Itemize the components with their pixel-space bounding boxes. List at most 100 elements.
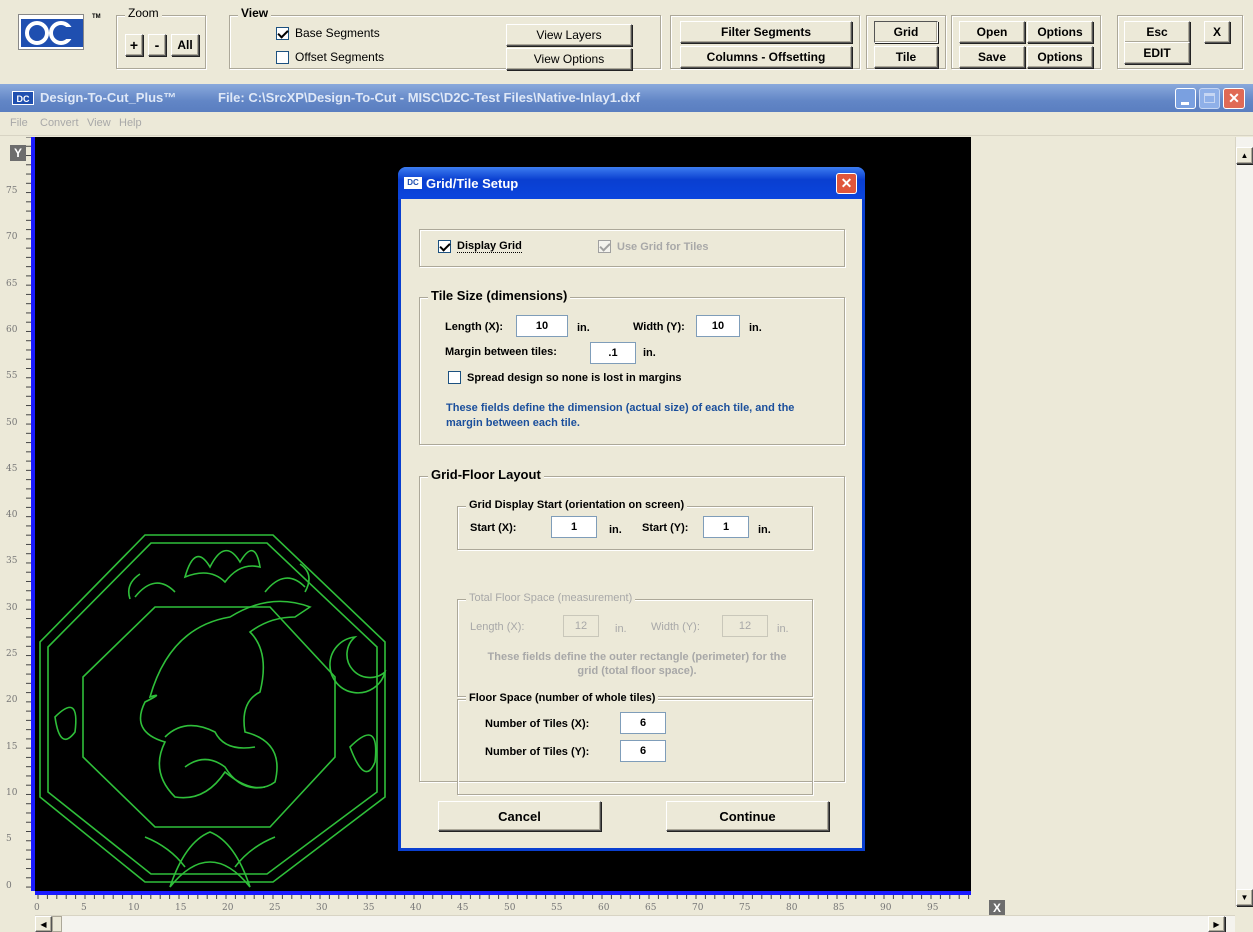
base-segments-checkbox[interactable]: Base Segments — [276, 26, 380, 40]
save-button[interactable]: Save — [959, 46, 1025, 68]
margin-unit: in. — [643, 347, 656, 359]
toolbar-close-button[interactable]: X — [1204, 21, 1230, 43]
x-tick-label: 45 — [457, 903, 469, 913]
arrow-left-icon: ◀ — [40, 919, 47, 929]
margin-field[interactable]: .1 — [590, 342, 636, 364]
dialog-title-bar: DC Grid/Tile Setup ✕ — [398, 167, 865, 199]
arrow-right-icon: ▶ — [1213, 919, 1220, 929]
x-tick-label: 85 — [833, 903, 845, 913]
scroll-up-button[interactable]: ▲ — [1236, 147, 1253, 164]
start-y-unit: in. — [758, 524, 771, 536]
close-button[interactable]: ✕ — [1223, 88, 1245, 109]
dialog-body: Display Grid Use Grid for Tiles Tile Siz… — [401, 199, 862, 848]
trademark-label: TM — [92, 14, 101, 20]
start-x-field[interactable]: 1 — [551, 516, 597, 538]
tile-width-field[interactable]: 10 — [696, 315, 740, 337]
horizontal-scrollbar[interactable]: ◀ ▶ — [35, 915, 1235, 932]
minimize-button[interactable] — [1175, 88, 1196, 109]
x-axis-label: X — [989, 900, 1005, 916]
scroll-down-button[interactable]: ▼ — [1236, 889, 1253, 906]
floor-length-unit: in. — [615, 623, 627, 635]
menu-convert[interactable]: Convert — [40, 117, 79, 129]
window-app-title: Design-To-Cut_Plus™ — [40, 90, 177, 105]
grid-button[interactable]: Grid — [874, 21, 938, 43]
tiles-x-label: Number of Tiles (X): — [485, 718, 590, 730]
zoom-in-button[interactable]: + — [125, 34, 143, 56]
filter-segments-button[interactable]: Filter Segments — [680, 21, 852, 43]
floor-space-legend: Floor Space (number of whole tiles) — [466, 692, 659, 704]
start-y-field[interactable]: 1 — [703, 516, 749, 538]
open-button[interactable]: Open — [959, 21, 1025, 43]
x-tick-label: 70 — [692, 903, 704, 913]
tile-length-unit: in. — [577, 322, 590, 334]
vertical-scrollbar[interactable]: ▲ ▼ — [1235, 137, 1253, 907]
floor-length-label: Length (X): — [470, 621, 525, 633]
cancel-button[interactable]: Cancel — [438, 801, 601, 831]
scroll-left-button[interactable]: ◀ — [35, 916, 52, 932]
dialog-close-button[interactable]: ✕ — [836, 173, 857, 194]
tiles-x-field[interactable]: 6 — [620, 712, 666, 734]
display-grid-checkbox[interactable]: Display Grid — [438, 240, 522, 253]
spread-design-label: Spread design so none is lost in margins — [467, 371, 682, 384]
x-tick-label: 65 — [645, 903, 657, 913]
edit-button[interactable]: EDIT — [1124, 42, 1190, 64]
use-grid-for-tiles-label: Use Grid for Tiles — [617, 240, 709, 253]
total-floor-legend: Total Floor Space (measurement) — [466, 592, 636, 604]
checkbox-checked-icon — [438, 240, 451, 253]
zoom-out-button[interactable]: - — [148, 34, 166, 56]
y-tick-label: 35 — [6, 556, 18, 567]
open-options-button[interactable]: Options — [1027, 21, 1093, 43]
x-tick-label: 20 — [222, 903, 234, 913]
x-tick-label: 80 — [786, 903, 798, 913]
view-options-button[interactable]: View Options — [506, 48, 632, 70]
x-tick-label: 55 — [551, 903, 563, 913]
y-tick-label: 25 — [6, 649, 18, 659]
y-tick-label: 50 — [6, 417, 18, 428]
total-floor-note: These fields define the outer rectangle … — [487, 651, 787, 677]
spread-design-checkbox[interactable]: Spread design so none is lost in margins — [448, 371, 682, 384]
tile-length-field[interactable]: 10 — [516, 315, 568, 337]
checkbox-checked-icon — [276, 26, 289, 40]
dialog-title: Grid/Tile Setup — [426, 176, 519, 191]
menu-view[interactable]: View — [87, 117, 111, 129]
scroll-right-button[interactable]: ▶ — [1208, 916, 1225, 932]
offset-segments-checkbox[interactable]: Offset Segments — [276, 50, 384, 64]
continue-button[interactable]: Continue — [666, 801, 829, 831]
grid-tile-dialog: DC Grid/Tile Setup ✕ Display Grid Use Gr… — [398, 167, 865, 851]
maximize-button[interactable] — [1199, 88, 1220, 109]
grid-floor-legend: Grid-Floor Layout — [428, 467, 544, 482]
dialog-app-icon: DC — [404, 177, 422, 189]
y-axis-minor-ticks — [26, 137, 31, 897]
save-options-button[interactable]: Options — [1027, 46, 1093, 68]
x-tick-label: 95 — [927, 903, 939, 913]
view-group-label: View — [238, 6, 272, 20]
arrow-down-icon: ▼ — [1240, 893, 1249, 902]
view-layers-button[interactable]: View Layers — [506, 24, 632, 46]
y-tick-label: 70 — [6, 232, 18, 243]
y-tick-label: 30 — [6, 602, 18, 613]
x-tick-label: 0 — [34, 903, 40, 913]
tile-size-note: These fields define the dimension (actua… — [446, 402, 795, 429]
x-tick-label: 60 — [598, 903, 610, 913]
right-panel — [971, 137, 1234, 891]
tiles-y-field[interactable]: 6 — [620, 740, 666, 762]
display-grid-label: Display Grid — [457, 240, 522, 253]
tile-width-label: Width (Y): — [633, 321, 685, 333]
columns-offsetting-button[interactable]: Columns - Offsetting — [680, 46, 852, 68]
checkbox-unchecked-icon — [448, 371, 461, 384]
tile-button[interactable]: Tile — [874, 46, 938, 68]
y-tick-label: 20 — [6, 695, 18, 706]
y-ruler: Y 75 70 65 60 55 50 45 40 35 30 25 20 15 10 5 0 — [0, 137, 35, 897]
esc-button[interactable]: Esc — [1124, 21, 1190, 43]
total-floor-group: Total Floor Space (measurement) — [457, 592, 813, 697]
scroll-thumb[interactable] — [52, 916, 62, 932]
floor-length-field: 12 — [563, 615, 599, 637]
start-y-label: Start (Y): — [642, 522, 689, 534]
floor-width-unit: in. — [777, 623, 789, 635]
menu-help[interactable]: Help — [119, 117, 142, 129]
zoom-all-button[interactable]: All — [171, 34, 199, 56]
menu-file[interactable]: File — [10, 117, 28, 129]
window-file-path: File: C:\SrcXP\Design-To-Cut - MISC\D2C-… — [218, 90, 641, 105]
floor-width-label: Width (Y): — [651, 621, 700, 633]
y-tick-label: 15 — [6, 741, 18, 752]
